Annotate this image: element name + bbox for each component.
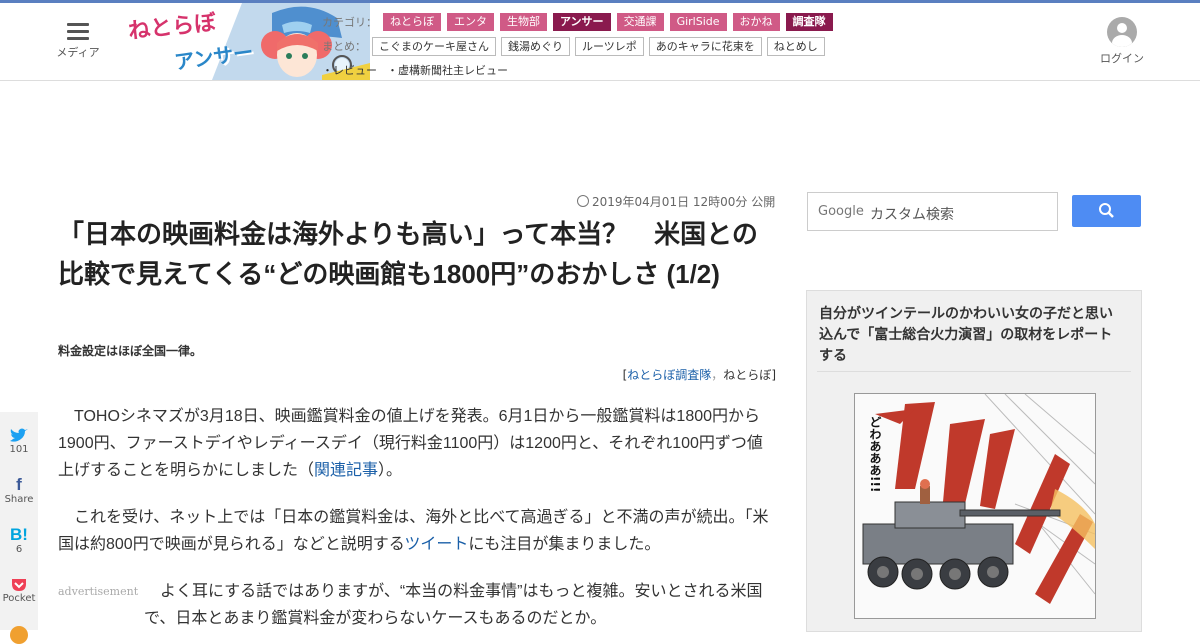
site-header: メディア ねとらぼ アンサー カテゴリ： ねとらぼ エンタ 生物部 アンサー 交…: [0, 3, 1200, 81]
kyoko-review-link[interactable]: ・虚構新聞社主レビュー: [387, 62, 508, 78]
matome-tag-sento[interactable]: 銭湯めぐり: [501, 36, 570, 56]
matome-label: まとめ：: [322, 40, 366, 53]
twitter-count: 101: [9, 444, 29, 455]
paragraph-1-text: TOHOシネマズが3月18日、映画鑑賞料金の値上げを発表。6月1日から一般鑑賞料…: [58, 408, 763, 479]
menu-button[interactable]: メディア: [55, 23, 101, 60]
credit-separator: ，: [711, 368, 724, 382]
hatena-count: 6: [15, 544, 23, 555]
category-tag-girlside[interactable]: GirlSide: [669, 13, 727, 31]
paragraph-2-end: にも注目が集まりました。: [468, 536, 661, 553]
pocket-button[interactable]: Pocket: [0, 577, 38, 604]
paragraph-1-end: ）。: [378, 462, 403, 479]
category-tag-answer[interactable]: アンサー: [553, 13, 611, 31]
manga-tank-illustration: どわあああ!!!: [855, 394, 1095, 618]
facebook-share-button[interactable]: f Share: [0, 475, 38, 506]
user-avatar-icon: [1107, 17, 1137, 47]
article-title: 「日本の映画料金は海外よりも高い」って本当？ 米国との比較で見えてくる“どの映画…: [58, 219, 758, 289]
extra-share-icon[interactable]: [10, 626, 28, 644]
custom-search-box: Google カスタム検索: [807, 192, 1058, 231]
matome-tag-hanataba[interactable]: あのキャラに花束を: [648, 36, 762, 56]
category-tag-kotsuka[interactable]: 交通課: [616, 13, 664, 31]
matome-tag-netomeshi[interactable]: ねとめし: [766, 36, 825, 56]
sidebar-feature-title[interactable]: 自分がツインテールのかわいい女の子だと思い込んで「富士総合火力演習」の取材をレポ…: [819, 303, 1125, 366]
related-article-link[interactable]: 関連記事: [314, 462, 378, 479]
category-tag-seibutsubu[interactable]: 生物部: [500, 13, 547, 31]
article-paragraph-1: TOHOシネマズが3月18日、映画鑑賞料金の値上げを発表。6月1日から一般鑑賞料…: [58, 403, 776, 484]
category-label: カテゴリ：: [322, 16, 377, 29]
hamburger-icon: [67, 23, 89, 40]
article-subtitle: 料金設定はほぼ全国一律。: [58, 344, 203, 358]
twitter-icon: [10, 428, 28, 442]
divider: [817, 371, 1131, 372]
article-paragraph-2: これを受け、ネット上では「日本の鑑賞料金は、海外と比べて高過ぎる」と不満の声が続…: [58, 504, 776, 558]
pocket-label: Pocket: [2, 593, 36, 604]
article-paragraph-3: よく耳にする話ではありますが、“本当の料金事情”はもっと複雑。安いとされる米国で…: [144, 583, 763, 627]
category-tag-okane[interactable]: おかね: [732, 13, 780, 31]
share-sidebar: 101 f Share B! 6 Pocket: [0, 412, 38, 644]
publish-date-text: 2019年04月01日 12時00分 公開: [592, 195, 776, 209]
hatena-icon: B!: [10, 525, 28, 544]
category-navigation: カテゴリ： ねとらぼ エンタ 生物部 アンサー 交通課 GirlSide おかね…: [322, 12, 839, 84]
search-icon: [1099, 203, 1114, 218]
sidebar-feature-image[interactable]: どわあああ!!!: [854, 393, 1096, 619]
pocket-icon: [12, 579, 26, 591]
tweet-link[interactable]: ツイート: [404, 536, 468, 553]
google-brand-label: Google: [818, 204, 864, 219]
category-tag-chosatai[interactable]: 調査隊: [785, 13, 833, 31]
login-label: ログイン: [1100, 52, 1144, 65]
clock-icon: [577, 195, 589, 207]
hatena-bookmark-button[interactable]: B! 6: [0, 525, 38, 556]
advertisement-label: advertisement: [58, 585, 139, 598]
matome-tag-roots[interactable]: ルーツレポ: [575, 36, 644, 56]
publish-date: 2019年04月01日 12時00分 公開: [577, 193, 775, 210]
review-link[interactable]: ・レビュー: [322, 62, 377, 78]
author-link[interactable]: ねとらぼ調査隊: [627, 368, 711, 382]
sidebar-feature-box: 自分がツインテールのかわいい女の子だと思い込んで「富士総合火力演習」の取材をレポ…: [806, 290, 1142, 632]
login-button[interactable]: ログイン: [1098, 17, 1146, 66]
manga-sfx-text: どわあああ!!!: [868, 416, 882, 493]
category-tag-enta[interactable]: エンタ: [447, 13, 494, 31]
search-button[interactable]: [1072, 195, 1141, 227]
facebook-share-label: Share: [4, 494, 34, 505]
site-name: ねとらぼ: [723, 368, 772, 382]
search-input[interactable]: カスタム検索: [870, 204, 954, 224]
matome-tag-cake[interactable]: こぐまのケーキ屋さん: [372, 36, 496, 56]
article-credit: [ねとらぼ調査隊，ねとらぼ]: [623, 366, 776, 383]
credit-bracket-close: ]: [771, 368, 776, 382]
category-tag-netorabo[interactable]: ねとらぼ: [383, 13, 441, 31]
twitter-share-button[interactable]: 101: [0, 428, 38, 455]
menu-label: メディア: [56, 46, 100, 59]
facebook-icon: f: [16, 475, 22, 494]
